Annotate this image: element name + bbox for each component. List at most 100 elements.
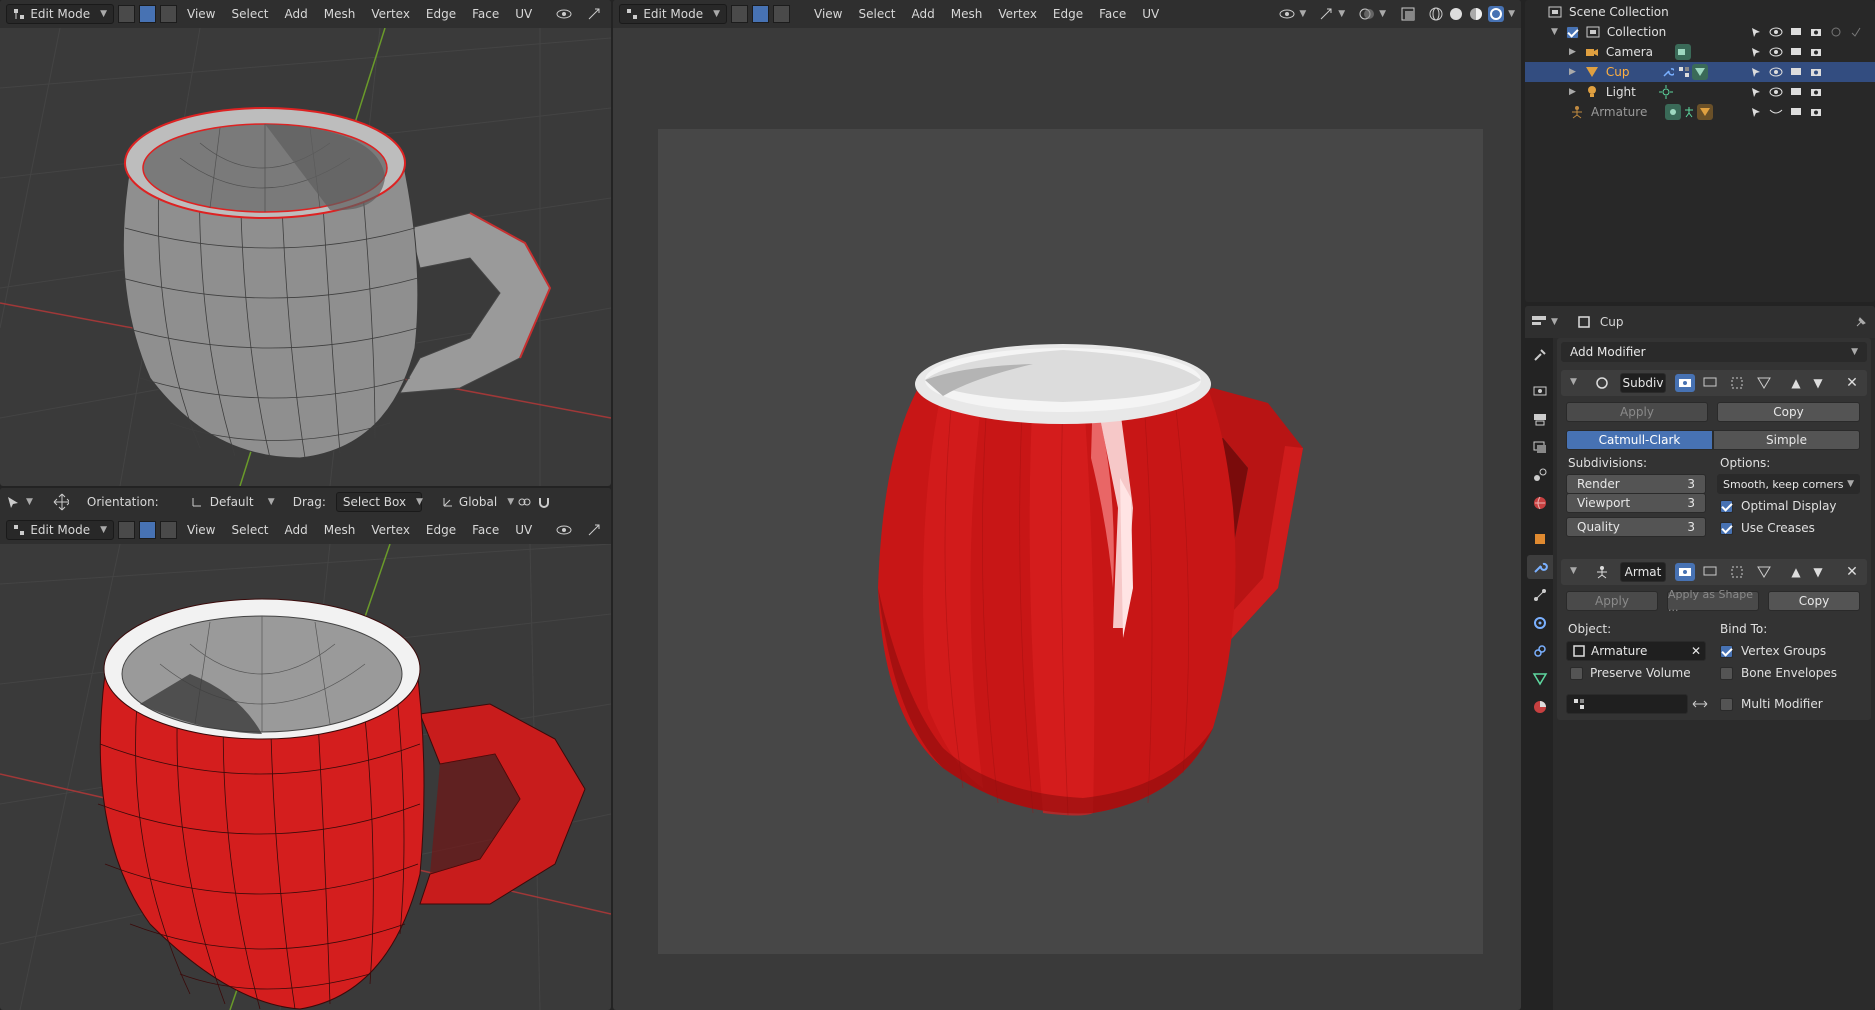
collapse-triangle-icon[interactable]: ▼	[1570, 377, 1577, 387]
tab-modifiers[interactable]	[1527, 555, 1553, 579]
outliner-item-light[interactable]: ▶ Light	[1525, 82, 1875, 102]
drag-dropdown[interactable]: Select Box ▼	[335, 492, 423, 512]
menu-vertex[interactable]: Vertex	[365, 7, 416, 21]
select-tool-icon[interactable]	[6, 494, 22, 510]
menu-select[interactable]: Select	[225, 7, 274, 21]
pin-icon[interactable]	[1853, 314, 1869, 330]
mode-dropdown[interactable]: Edit Mode ▼	[619, 4, 727, 24]
add-modifier-dropdown[interactable]: Add Modifier ▼	[1561, 342, 1867, 362]
gizmo-icon[interactable]	[586, 6, 602, 22]
close-icon[interactable]: ✕	[1844, 564, 1860, 580]
expand-triangle-icon[interactable]: ▼	[1551, 27, 1558, 37]
face-select-button[interactable]	[160, 521, 177, 539]
show-in-editmode-icon[interactable]	[1675, 563, 1695, 581]
show-viewport-icon[interactable]	[1702, 564, 1718, 580]
monitor-icon[interactable]	[1789, 25, 1803, 39]
tab-object[interactable]	[1527, 527, 1553, 551]
eye-icon[interactable]	[1769, 65, 1783, 79]
subdiv-name-field[interactable]: Subdiv	[1620, 373, 1666, 393]
eye-icon[interactable]	[1769, 85, 1783, 99]
armature-object-field[interactable]: Armature ✕	[1566, 641, 1706, 661]
edge-select-button[interactable]	[752, 5, 769, 23]
visibility-eye-icon[interactable]	[1279, 6, 1295, 22]
eye-icon[interactable]	[1769, 25, 1783, 39]
bone-envelopes-checkbox[interactable]	[1720, 667, 1733, 680]
select-arrow-icon[interactable]	[1749, 25, 1763, 39]
expand-triangle-icon[interactable]: ▶	[1569, 67, 1576, 77]
tab-material[interactable]	[1527, 695, 1553, 719]
menu-mesh[interactable]: Mesh	[945, 7, 989, 21]
menu-vertex[interactable]: Vertex	[992, 7, 1043, 21]
outliner-item-armature[interactable]: Armature	[1525, 102, 1875, 122]
armature-copy-button[interactable]: Copy	[1768, 591, 1860, 611]
camera-render-icon[interactable]	[1809, 25, 1823, 39]
tab-output[interactable]	[1527, 407, 1553, 431]
tab-world[interactable]	[1527, 491, 1553, 515]
apply-as-shape-button[interactable]: Apply as Shape ...	[1667, 588, 1759, 614]
menu-edge[interactable]: Edge	[420, 523, 462, 537]
orientation-dropdown[interactable]: Default ▼	[183, 492, 281, 512]
eye-icon[interactable]	[1769, 45, 1783, 59]
tab-particles[interactable]	[1527, 583, 1553, 607]
menu-uv[interactable]: UV	[509, 7, 538, 21]
menu-vertex[interactable]: Vertex	[365, 523, 416, 537]
move-down-icon[interactable]: ▼	[1810, 375, 1826, 391]
armature-apply-button[interactable]: Apply	[1566, 591, 1658, 611]
camera-render-icon[interactable]	[1809, 105, 1823, 119]
wireframe-shading-icon[interactable]	[1428, 6, 1444, 22]
outliner-item-camera[interactable]: ▶ Camera	[1525, 42, 1875, 62]
on-cage-triangle-icon[interactable]	[1756, 564, 1772, 580]
menu-edge[interactable]: Edge	[1047, 7, 1089, 21]
snap-icon[interactable]	[536, 494, 552, 510]
menu-face[interactable]: Face	[1093, 7, 1132, 21]
viewport-bottom-left[interactable]: ▼ Orientation: Default ▼ Drag: Select Bo…	[0, 488, 611, 1010]
move-up-icon[interactable]: ▲	[1788, 375, 1804, 391]
vertex-group-field[interactable]	[1566, 694, 1688, 714]
viewport-canvas[interactable]	[0, 544, 611, 1010]
tab-render[interactable]	[1527, 379, 1553, 403]
show-in-editmode-icon[interactable]	[1675, 374, 1695, 392]
viewport-render[interactable]: Edit Mode ▼ View Select Add Mesh Vertex …	[613, 0, 1521, 1010]
menu-select[interactable]: Select	[225, 523, 274, 537]
menu-face[interactable]: Face	[466, 523, 505, 537]
invert-arrows-icon[interactable]	[1690, 696, 1710, 712]
expand-triangle-icon[interactable]: ▶	[1569, 87, 1576, 97]
menu-mesh[interactable]: Mesh	[318, 7, 362, 21]
menu-view[interactable]: View	[181, 7, 221, 21]
expand-triangle-icon[interactable]: ▶	[1569, 47, 1576, 57]
subdiv-apply-button[interactable]: Apply	[1566, 402, 1708, 422]
chevron-down-icon[interactable]: ▼	[1551, 317, 1558, 327]
move-tool-icon[interactable]	[53, 493, 69, 511]
move-up-icon[interactable]: ▲	[1788, 564, 1804, 580]
chevron-down-icon[interactable]: ▼	[1299, 9, 1306, 19]
catmull-clark-toggle[interactable]: Catmull-Clark	[1566, 430, 1713, 450]
visibility-eye-icon[interactable]	[556, 6, 572, 22]
menu-view[interactable]: View	[181, 523, 221, 537]
chevron-down-icon[interactable]: ▼	[1508, 9, 1515, 19]
monitor-icon[interactable]	[1789, 105, 1803, 119]
menu-uv[interactable]: UV	[509, 523, 538, 537]
vertex-select-button[interactable]	[731, 5, 748, 23]
on-cage-triangle-icon[interactable]	[1756, 375, 1772, 391]
menu-uv[interactable]: UV	[1136, 7, 1165, 21]
chevron-down-icon[interactable]: ▼	[1379, 9, 1386, 19]
tab-scene[interactable]	[1527, 463, 1553, 487]
outliner-item-collection[interactable]: ▼ Collection	[1525, 22, 1875, 42]
edit-cage-icon[interactable]	[1729, 375, 1745, 391]
monitor-icon[interactable]	[1789, 85, 1803, 99]
menu-add[interactable]: Add	[279, 523, 314, 537]
outliner-scene-collection[interactable]: Scene Collection	[1525, 2, 1875, 22]
select-arrow-icon[interactable]	[1749, 65, 1763, 79]
viewport-levels-field[interactable]: Viewport 3	[1566, 493, 1706, 513]
subdiv-copy-button[interactable]: Copy	[1717, 402, 1860, 422]
multi-modifier-checkbox[interactable]	[1720, 698, 1733, 711]
render-levels-field[interactable]: Render 3	[1566, 474, 1706, 494]
monitor-icon[interactable]	[1789, 65, 1803, 79]
tab-constraints[interactable]	[1527, 639, 1553, 663]
camera-render-icon[interactable]	[1809, 45, 1823, 59]
face-select-button[interactable]	[773, 5, 790, 23]
edge-select-button[interactable]	[139, 5, 156, 23]
close-icon[interactable]: ✕	[1844, 375, 1860, 391]
camera-render-icon[interactable]	[1809, 65, 1823, 79]
edit-cage-icon[interactable]	[1729, 564, 1745, 580]
